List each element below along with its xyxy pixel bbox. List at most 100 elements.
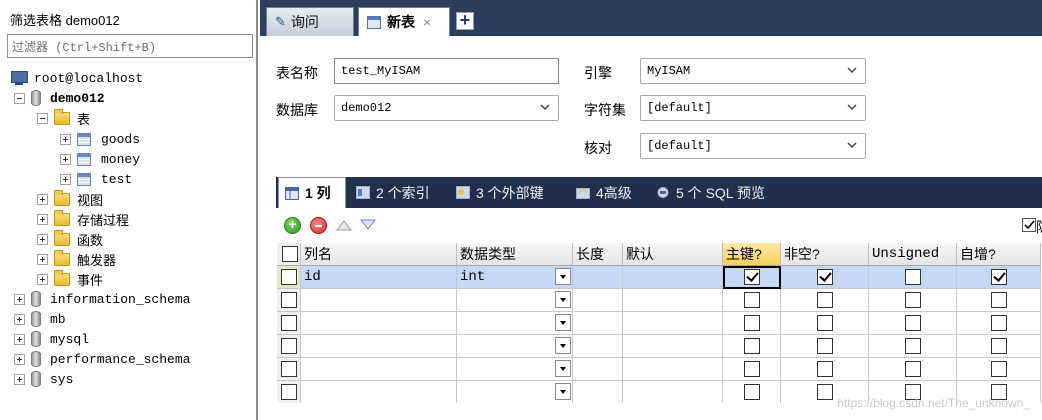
dropdown-arrow-icon[interactable] <box>555 383 571 400</box>
move-up-icon[interactable] <box>336 219 352 231</box>
row-select-checkbox[interactable] <box>280 315 297 331</box>
tree-folder-tables[interactable]: 表 <box>37 108 90 128</box>
select-all-checkbox[interactable] <box>282 246 298 262</box>
row-select-cell[interactable] <box>277 358 301 381</box>
cell-not-null[interactable] <box>781 335 869 358</box>
expand-icon[interactable] <box>37 213 48 225</box>
cell-unsigned[interactable] <box>869 266 957 289</box>
cell-unsigned-checkbox[interactable] <box>904 338 921 354</box>
cell-length[interactable] <box>573 381 623 403</box>
remove-column-button[interactable] <box>310 217 327 234</box>
tree-db-performance-schema[interactable]: performance_schema <box>14 349 190 369</box>
engine-select[interactable]: MyISAM <box>640 58 866 84</box>
cell-auto-increment-checkbox[interactable] <box>990 292 1007 308</box>
cell-primary-key[interactable] <box>723 381 781 403</box>
expand-icon[interactable] <box>14 353 25 365</box>
row-select-cell[interactable] <box>277 335 301 358</box>
cell-unsigned-checkbox[interactable] <box>904 269 921 285</box>
cell-not-null-checkbox[interactable] <box>816 269 833 285</box>
dropdown-arrow-icon[interactable] <box>555 268 571 285</box>
collapse-icon[interactable] <box>37 112 48 124</box>
tree-table-goods[interactable]: goods <box>60 129 140 149</box>
table-row[interactable] <box>277 335 1041 358</box>
cell-data-type[interactable] <box>457 358 573 381</box>
cell-unsigned-checkbox[interactable] <box>904 361 921 377</box>
table-row[interactable] <box>277 312 1041 335</box>
tree-db-mysql[interactable]: mysql <box>14 329 89 349</box>
expand-icon[interactable] <box>14 373 25 385</box>
expand-icon[interactable] <box>60 153 71 165</box>
cell-column-name[interactable] <box>301 335 457 358</box>
cell-length[interactable] <box>573 358 623 381</box>
cell-auto-increment[interactable] <box>957 266 1041 289</box>
cell-default[interactable] <box>623 358 723 381</box>
tab-query[interactable]: ✎ 询问 <box>266 7 354 36</box>
close-icon[interactable]: × <box>423 14 431 30</box>
cell-column-name[interactable] <box>301 358 457 381</box>
tab-columns[interactable]: 1 列 <box>278 177 346 208</box>
cell-default[interactable] <box>623 266 723 289</box>
cell-not-null[interactable] <box>781 312 869 335</box>
charset-select[interactable]: [default] <box>640 95 866 121</box>
expand-icon[interactable] <box>37 253 48 265</box>
cell-default[interactable] <box>623 381 723 403</box>
cell-primary-key[interactable] <box>723 335 781 358</box>
cell-auto-increment[interactable] <box>957 312 1041 335</box>
cell-length[interactable] <box>573 289 623 312</box>
cell-not-null-checkbox[interactable] <box>816 315 833 331</box>
dropdown-arrow-icon[interactable] <box>555 360 571 377</box>
cell-data-type[interactable] <box>457 289 573 312</box>
cell-primary-key-checkbox[interactable] <box>743 269 760 285</box>
cell-auto-increment[interactable] <box>957 358 1041 381</box>
row-select-checkbox[interactable] <box>280 338 297 354</box>
header-not-null[interactable]: 非空? <box>781 243 869 266</box>
header-auto-increment[interactable]: 自增? <box>957 243 1041 266</box>
cell-auto-increment-checkbox[interactable] <box>990 361 1007 377</box>
table-row[interactable]: id int <box>277 266 1041 289</box>
cell-primary-key[interactable] <box>723 289 781 312</box>
cell-column-name[interactable]: id <box>301 266 457 289</box>
cell-length[interactable] <box>573 266 623 289</box>
cell-column-name[interactable] <box>301 289 457 312</box>
row-select-checkbox[interactable] <box>280 269 297 285</box>
expand-icon[interactable] <box>60 133 71 145</box>
cell-column-name[interactable] <box>301 312 457 335</box>
header-unsigned[interactable]: Unsigned <box>869 243 957 266</box>
cell-primary-key-checkbox[interactable] <box>743 315 760 331</box>
cell-primary-key[interactable] <box>723 266 781 289</box>
expand-icon[interactable] <box>37 233 48 245</box>
move-down-icon[interactable] <box>360 219 376 231</box>
tree-db-mb[interactable]: mb <box>14 309 66 329</box>
tree-table-test[interactable]: test <box>60 169 132 189</box>
cell-unsigned-checkbox[interactable] <box>904 292 921 308</box>
cell-unsigned[interactable] <box>869 358 957 381</box>
cell-primary-key-checkbox[interactable] <box>743 292 760 308</box>
cell-unsigned-checkbox[interactable] <box>904 315 921 331</box>
cell-not-null-checkbox[interactable] <box>816 361 833 377</box>
cell-primary-key-checkbox[interactable] <box>743 384 760 400</box>
filter-input[interactable]: 过滤器 (Ctrl+Shift+B) <box>7 34 253 58</box>
row-select-cell[interactable] <box>277 312 301 335</box>
tree-folder-views[interactable]: 视图 <box>37 189 103 209</box>
tab-advanced[interactable]: 4高级 <box>570 177 638 208</box>
cell-column-name[interactable] <box>301 381 457 403</box>
dropdown-arrow-icon[interactable] <box>555 291 571 308</box>
cell-not-null[interactable] <box>781 358 869 381</box>
cell-primary-key-checkbox[interactable] <box>743 338 760 354</box>
table-row[interactable] <box>277 289 1041 312</box>
expand-icon[interactable] <box>60 173 71 185</box>
cell-data-type[interactable] <box>457 335 573 358</box>
tab-new-table[interactable]: 新表 × <box>358 7 450 36</box>
row-select-cell[interactable] <box>277 289 301 312</box>
header-primary-key[interactable]: 主键? <box>723 243 781 266</box>
cell-default[interactable] <box>623 335 723 358</box>
cell-unsigned[interactable] <box>869 335 957 358</box>
header-length[interactable]: 长度 <box>573 243 623 266</box>
expand-icon[interactable] <box>14 313 25 325</box>
cell-data-type[interactable]: int <box>457 266 573 289</box>
database-select[interactable]: demo012 <box>334 95 559 121</box>
header-data-type[interactable]: 数据类型 <box>457 243 573 266</box>
tree-table-money[interactable]: money <box>60 149 140 169</box>
cell-not-null-checkbox[interactable] <box>816 384 833 400</box>
expand-icon[interactable] <box>37 273 48 285</box>
